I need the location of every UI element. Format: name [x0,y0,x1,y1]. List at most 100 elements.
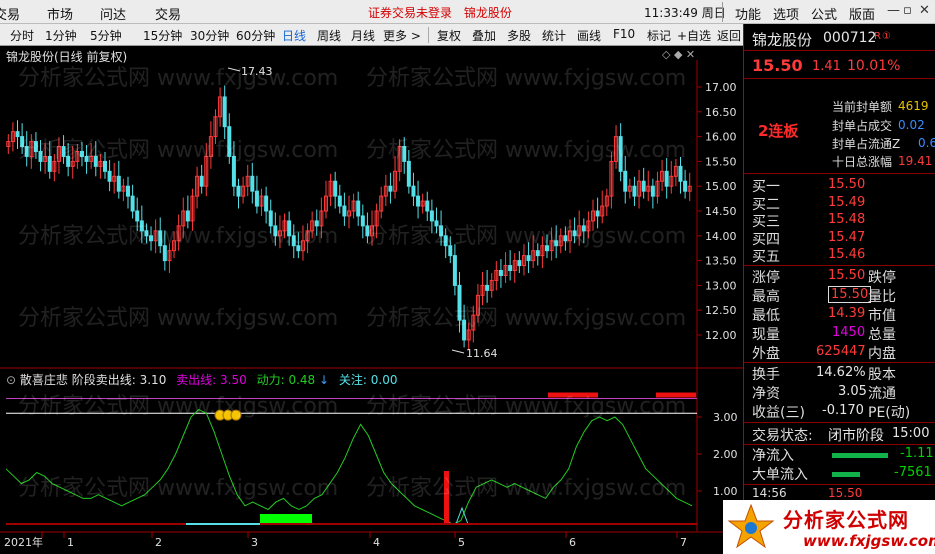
tool-add-watch[interactable]: +自选 [677,27,711,44]
candle-body [411,185,416,197]
period-5min[interactable]: 5分钟 [90,27,122,44]
candle-body [650,185,655,197]
seal-value: 0.02 [898,118,925,132]
tool-draw[interactable]: 画线 [577,27,601,44]
candle-body [264,195,269,212]
maximize-icon[interactable]: ▫ [903,3,912,18]
period-1min[interactable]: 1分钟 [45,27,77,44]
bid-price: 15.46 [828,247,866,262]
fund-label2: PE(动) [868,405,911,421]
period-day[interactable]: 日线 [282,27,306,44]
period-60min[interactable]: 60分钟 [236,27,275,44]
candle-body [439,225,444,237]
period-more[interactable]: 更多 > [383,27,421,44]
candle-body [517,260,522,267]
candle-body [572,230,577,237]
candle-body [93,155,98,167]
tool-multi[interactable]: 多股 [507,27,531,44]
period-week[interactable]: 周线 [317,27,341,44]
flow-value: -1.11 [900,446,934,461]
tool-back[interactable]: 返回 [717,27,741,44]
menu-formula[interactable]: 公式 [811,4,837,23]
date-label: 3 [251,536,258,549]
menu-function[interactable]: 功能 [735,4,761,23]
clock: 11:33:49 周日 [644,6,726,20]
candle-body [222,96,227,128]
candle-body [149,235,154,242]
flow-bar [832,453,888,458]
menu-wenda[interactable]: 问达 [100,4,126,23]
logo-name: 分析家公式网 [783,508,909,532]
tool-overlay[interactable]: 叠加 [472,27,496,44]
state-time: 15:00 [892,426,930,441]
seal-label: 十日总涨幅 [832,155,893,169]
seal-value: 19.41 [898,154,933,168]
menu-bar: 交易 市场 问达 交易 证券交易未登录 锦龙股份 11:33:49 周日 功能 … [0,0,935,24]
indicator-tick-label: 3.00 [713,411,738,424]
period-month[interactable]: 月线 [351,27,375,44]
login-warning[interactable]: 证券交易未登录 锦龙股份 [368,4,512,21]
candle-body [296,245,301,252]
state-value: 闭市阶段 [828,428,884,444]
period-15min[interactable]: 15分钟 [143,27,182,44]
quote-panel: 锦龙股份 000712 R ① 15.50 1.41 10.01% 2连板 当前… [743,24,935,554]
panel-divider [744,422,935,423]
indicator-tick-label: 2.00 [713,448,738,461]
candle-body [20,136,25,148]
candle-body [144,230,149,237]
menu-layout[interactable]: 版面 [849,4,875,23]
candle-body [526,255,531,262]
period-tick[interactable]: 分时 [10,27,34,44]
candle-body [333,180,338,197]
indicator-toggle-icon[interactable]: ⊙ [6,373,16,387]
chart-area[interactable]: 17.00 16.50 16.00 15.50 15.00 14.50 14.00 13.50… [0,46,743,554]
price-tick-label: 13.00 [705,279,737,292]
minimize-icon[interactable]: — [887,3,900,18]
indicator-sell-value: 3.10 [139,373,167,387]
candle-body [227,126,232,157]
fund-label2: 流通 [868,386,896,402]
bid-label: 买三 [752,214,780,230]
candle-body [402,146,407,162]
quote-label2: 量比 [868,289,896,305]
menu-market[interactable]: 市场 [47,4,73,23]
close-icon[interactable]: ✕ [919,3,930,18]
candle-body [452,255,457,286]
candle-body [457,284,462,321]
bid-price: 15.48 [828,212,866,227]
menu-trade-left[interactable]: 交易 [0,4,20,23]
indicator-tick-label: 1.00 [713,485,738,498]
tool-mark[interactable]: 标记 [647,27,671,44]
candle-body [291,235,296,247]
candle-body [581,225,586,232]
quote-value: 15.50 [828,268,866,283]
menu-options[interactable]: 选项 [773,4,799,23]
quote-value: 14.39 [828,306,866,321]
candle-body [107,170,112,182]
bid-label: 买一 [752,179,780,195]
candle-body [434,220,439,227]
period-30min[interactable]: 30分钟 [190,27,229,44]
price-tick-label: 16.50 [705,106,737,119]
quote-value: 625447 [816,344,866,359]
date-label: 6 [569,536,576,549]
candle-body [462,319,467,341]
chart-diamond-icon[interactable]: ◇ ◆ ✕ [662,48,695,61]
menu-trade[interactable]: 交易 [155,4,181,23]
tool-adjust[interactable]: 复权 [437,27,461,44]
price-tick-label: 12.00 [705,329,737,342]
candle-body [535,250,540,257]
price-tick-label: 15.50 [705,155,737,168]
tool-f10[interactable]: F10 [613,27,635,41]
candle-body [66,155,71,167]
candle-body [33,141,38,152]
chart-canvas[interactable]: 17.0016.5016.0015.5015.0014.5014.0013.50… [0,46,743,554]
high-label: 17.43 [241,65,273,78]
toolbar-separator [428,27,429,43]
indicator-header: ⊙ 散喜庄悲 阶段卖出线: 3.10 卖出线: 3.50 动力: 0.48 ↓ … [6,371,397,388]
candle-body [544,245,549,252]
indicator-name[interactable]: 散喜庄悲 [20,373,68,387]
candle-body [199,175,204,187]
candle-body [429,210,434,222]
tool-stats[interactable]: 统计 [542,27,566,44]
